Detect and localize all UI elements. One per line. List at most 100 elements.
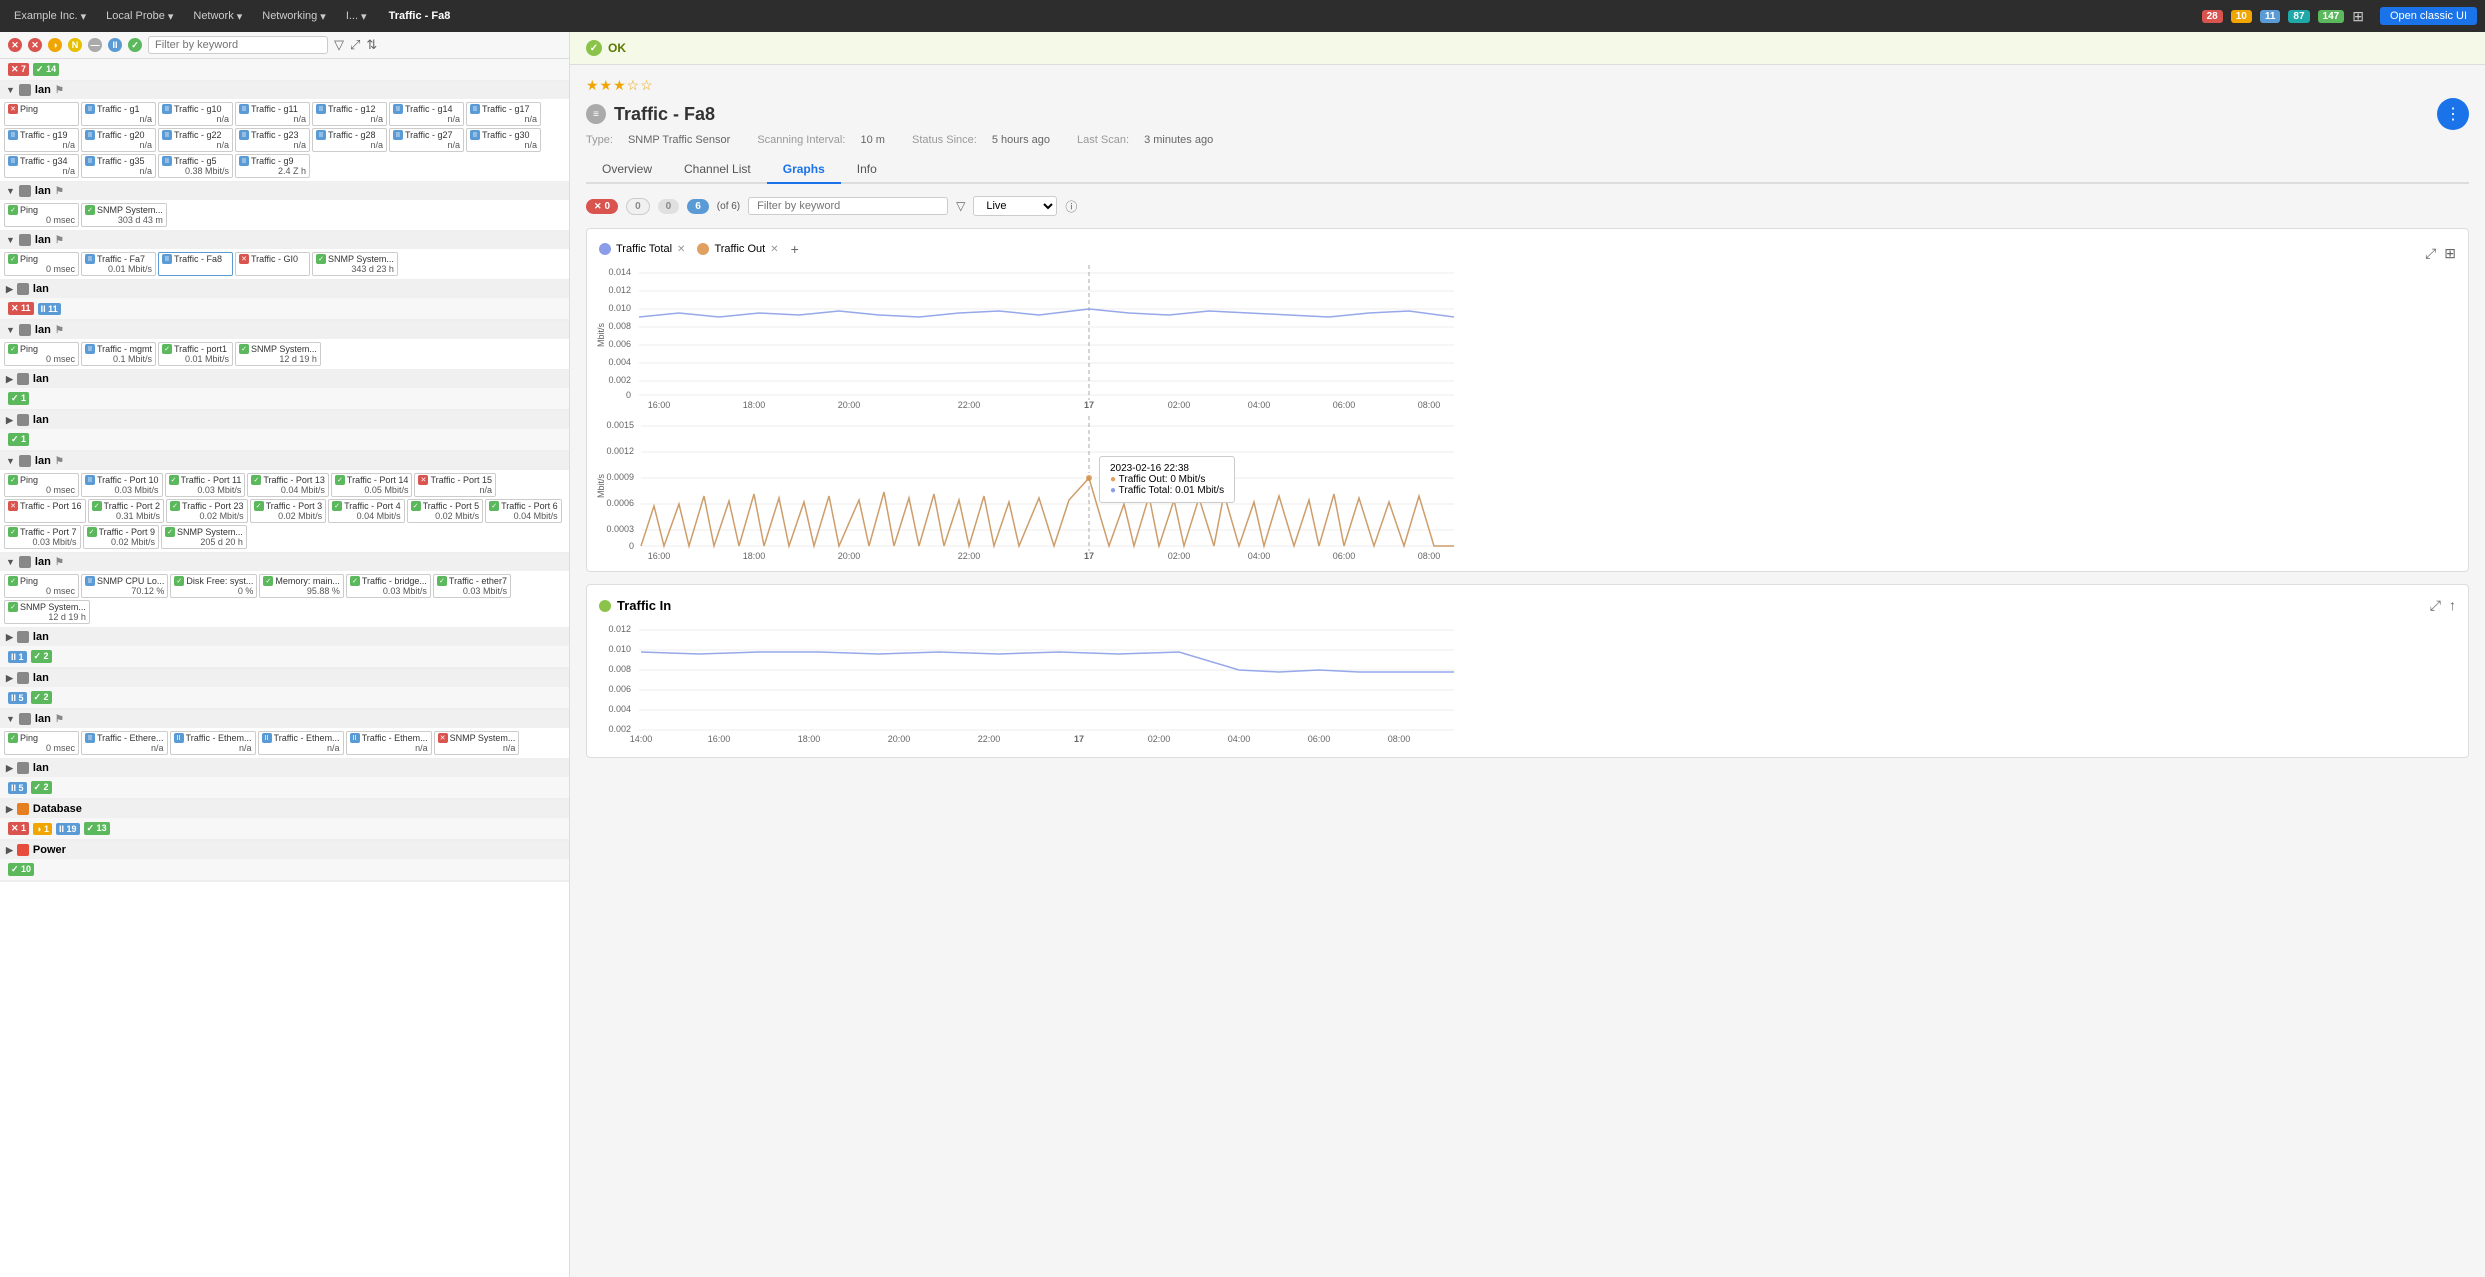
sensor-cpu[interactable]: II SNMP CPU Lo... 70.12 %	[81, 574, 168, 598]
group-header-database[interactable]: ▶ Database	[0, 800, 569, 818]
sensor-traffic-ether7[interactable]: ✓ Traffic - ether7 0.03 Mbit/s	[433, 574, 511, 598]
sensor-traffic-eth-2[interactable]: II Traffic - Ethem... n/a	[170, 731, 256, 755]
sensor-traffic-port16[interactable]: ✕ Traffic - Port 16	[4, 499, 86, 523]
sensor-traffic-g5[interactable]: II Traffic - g5 0.38 Mbit/s	[158, 154, 233, 178]
graph-search-input[interactable]	[748, 197, 948, 215]
info-icon[interactable]: ⓘ	[1065, 198, 1077, 215]
sensor-ping-5[interactable]: ✓ Ping 0 msec	[4, 342, 79, 366]
sensor-ping-2[interactable]: ✓ Ping 0 msec	[4, 203, 79, 227]
chart-options-icon[interactable]: ⊞	[2444, 245, 2456, 262]
group-header-11[interactable]: ▶ lan	[0, 669, 569, 687]
sensor-traffic-port23[interactable]: ✓ Traffic - Port 23 0.02 Mbit/s	[166, 499, 248, 523]
sensor-ping-8[interactable]: ✓ Ping 0 msec	[4, 473, 79, 497]
sensor-traffic-g22[interactable]: II Traffic - g22 n/a	[158, 128, 233, 152]
group-header-10[interactable]: ▶ lan	[0, 628, 569, 646]
group-header-4[interactable]: ▶ lan	[0, 280, 569, 298]
sensor-snmp-sys-2[interactable]: ✓ SNMP System... 343 d 23 h	[312, 252, 398, 276]
filter-icon[interactable]: ▽	[956, 199, 965, 213]
sensor-ping-9[interactable]: ✓ Ping 0 msec	[4, 574, 79, 598]
status-gray-dot[interactable]: —	[88, 38, 102, 52]
filter-icon[interactable]: ▽	[334, 37, 344, 53]
group-header-3[interactable]: ▼ lan ⚑	[0, 231, 569, 249]
live-select[interactable]: Live Last hour Last 24h	[973, 196, 1057, 216]
group-header-7[interactable]: ▶ lan	[0, 411, 569, 429]
sensor-traffic-port11[interactable]: ✓ Traffic - Port 11 0.03 Mbit/s	[165, 473, 246, 497]
sensor-traffic-g28[interactable]: II Traffic - g28 n/a	[312, 128, 387, 152]
filter-badge-red[interactable]: ✕ 0	[586, 199, 618, 214]
add-channel-button[interactable]: +	[791, 241, 799, 257]
sensor-traffic-fa8-card[interactable]: II Traffic - Fa8	[158, 252, 233, 276]
sensor-snmp-sys-5[interactable]: ✓ SNMP System... 12 d 19 h	[235, 342, 321, 366]
sensor-traffic-port9[interactable]: ✓ Traffic - Port 9 0.02 Mbit/s	[83, 525, 160, 549]
mini-green-badge[interactable]: ✓ 14	[33, 63, 59, 76]
sensor-traffic-port7[interactable]: ✓ Traffic - Port 7 0.03 Mbit/s	[4, 525, 81, 549]
legend-remove-out[interactable]: ✕	[770, 244, 778, 255]
sensor-disk[interactable]: ✓ Disk Free: syst... 0 %	[170, 574, 257, 598]
sensor-ping-eth[interactable]: ✓ Ping 0 msec	[4, 731, 79, 755]
filter-badge-yellow[interactable]: 0	[626, 198, 650, 215]
sensor-traffic-g27[interactable]: II Traffic - g27 n/a	[389, 128, 464, 152]
sensor-ping[interactable]: ✕ Ping	[4, 102, 79, 126]
search-input[interactable]	[148, 36, 328, 54]
status-green-dot[interactable]: ✓	[128, 38, 142, 52]
status-blue-dot[interactable]: II	[108, 38, 122, 52]
sensor-traffic-port4[interactable]: ✓ Traffic - Port 4 0.04 Mbit/s	[328, 499, 405, 523]
sensor-traffic-port3[interactable]: ✓ Traffic - Port 3 0.02 Mbit/s	[250, 499, 327, 523]
tab-graphs[interactable]: Graphs	[767, 156, 841, 184]
sensor-traffic-g20[interactable]: II Traffic - g20 n/a	[81, 128, 156, 152]
group-header-lan-last[interactable]: ▶ lan	[0, 759, 569, 777]
sensor-traffic-eth-3[interactable]: II Traffic - Ethem... n/a	[258, 731, 344, 755]
status-yellow-dot[interactable]: N	[68, 38, 82, 52]
nav-example-inc[interactable]: Example Inc. ▾	[8, 8, 92, 25]
nav-networking[interactable]: Networking ▾	[256, 8, 332, 25]
sensor-snmp-eth[interactable]: ✕ SNMP System... n/a	[434, 731, 520, 755]
badge-red[interactable]: 28	[2202, 10, 2223, 23]
actions-button[interactable]: ⋮	[2437, 98, 2469, 130]
sort-icon[interactable]: ⇅	[366, 37, 377, 53]
nav-i[interactable]: I... ▾	[340, 8, 373, 25]
group-header-2[interactable]: ▼ lan ⚑	[0, 182, 569, 200]
sensor-traffic-fa7[interactable]: II Traffic - Fa7 0.01 Mbit/s	[81, 252, 156, 276]
nav-local-probe[interactable]: Local Probe ▾	[100, 8, 179, 25]
sensor-traffic-bridge[interactable]: ✓ Traffic - bridge... 0.03 Mbit/s	[346, 574, 431, 598]
sensor-traffic-port5[interactable]: ✓ Traffic - Port 5 0.02 Mbit/s	[407, 499, 484, 523]
sensor-traffic-port10[interactable]: II Traffic - Port 10 0.03 Mbit/s	[81, 473, 163, 497]
status-red2-dot[interactable]: ✕	[28, 38, 42, 52]
split-view-icon[interactable]: ⊞	[2352, 8, 2364, 25]
sensor-traffic-g23[interactable]: II Traffic - g23 n/a	[235, 128, 310, 152]
filter-badge-gray[interactable]: 0	[658, 199, 680, 214]
sensor-ping-3[interactable]: ✓ Ping 0 msec	[4, 252, 79, 276]
sensor-traffic-port15[interactable]: ✕ Traffic - Port 15 n/a	[414, 473, 496, 497]
sensor-traffic-g17[interactable]: II Traffic - g17 n/a	[466, 102, 541, 126]
sensor-traffic-eth-4[interactable]: II Traffic - Ethem... n/a	[346, 731, 432, 755]
group-header-6[interactable]: ▶ lan	[0, 370, 569, 388]
group-header-5[interactable]: ▼ lan ⚑	[0, 321, 569, 339]
sensor-traffic-g10[interactable]: II Traffic - g10 n/a	[158, 102, 233, 126]
status-red-dot[interactable]: ✕	[8, 38, 22, 52]
legend-remove-total[interactable]: ✕	[677, 244, 685, 255]
sensor-traffic-g34[interactable]: II Traffic - g34 n/a	[4, 154, 79, 178]
sensor-traffic-port1[interactable]: ✓ Traffic - port1 0.01 Mbit/s	[158, 342, 233, 366]
sensor-memory[interactable]: ✓ Memory: main... 95.88 %	[259, 574, 344, 598]
badge-teal[interactable]: 87	[2288, 10, 2309, 23]
sensor-traffic-g12[interactable]: II Traffic - g12 n/a	[312, 102, 387, 126]
nav-network[interactable]: Network ▾	[187, 8, 248, 25]
sensor-snmp-sys-8[interactable]: ✓ SNMP System... 205 d 20 h	[161, 525, 247, 549]
sensor-traffic-port13[interactable]: ✓ Traffic - Port 13 0.04 Mbit/s	[247, 473, 329, 497]
expand-chart-icon[interactable]: ⤢	[2425, 245, 2436, 262]
group-header-1[interactable]: ▼ lan ⚑	[0, 81, 569, 99]
sensor-traffic-g35[interactable]: II Traffic - g35 n/a	[81, 154, 156, 178]
tab-overview[interactable]: Overview	[586, 156, 668, 184]
status-orange-dot[interactable]: ◑	[48, 38, 62, 52]
collapse-traffic-in-icon[interactable]: ↑	[2449, 597, 2456, 614]
sensor-traffic-port2[interactable]: ✓ Traffic - Port 2 0.31 Mbit/s	[88, 499, 165, 523]
sensor-traffic-g1[interactable]: II Traffic - g1 n/a	[81, 102, 156, 126]
open-classic-button[interactable]: Open classic UI	[2380, 7, 2477, 25]
group-header-9[interactable]: ▼ lan ⚑	[0, 553, 569, 571]
sensor-snmp-sys[interactable]: ✓ SNMP System... 303 d 43 m	[81, 203, 167, 227]
badge-blue[interactable]: 11	[2260, 10, 2281, 23]
sensor-traffic-g14[interactable]: II Traffic - g14 n/a	[389, 102, 464, 126]
sensor-traffic-eth-1[interactable]: II Traffic - Ethere... n/a	[81, 731, 168, 755]
badge-orange[interactable]: 10	[2231, 10, 2252, 23]
group-header-8[interactable]: ▼ lan ⚑	[0, 452, 569, 470]
